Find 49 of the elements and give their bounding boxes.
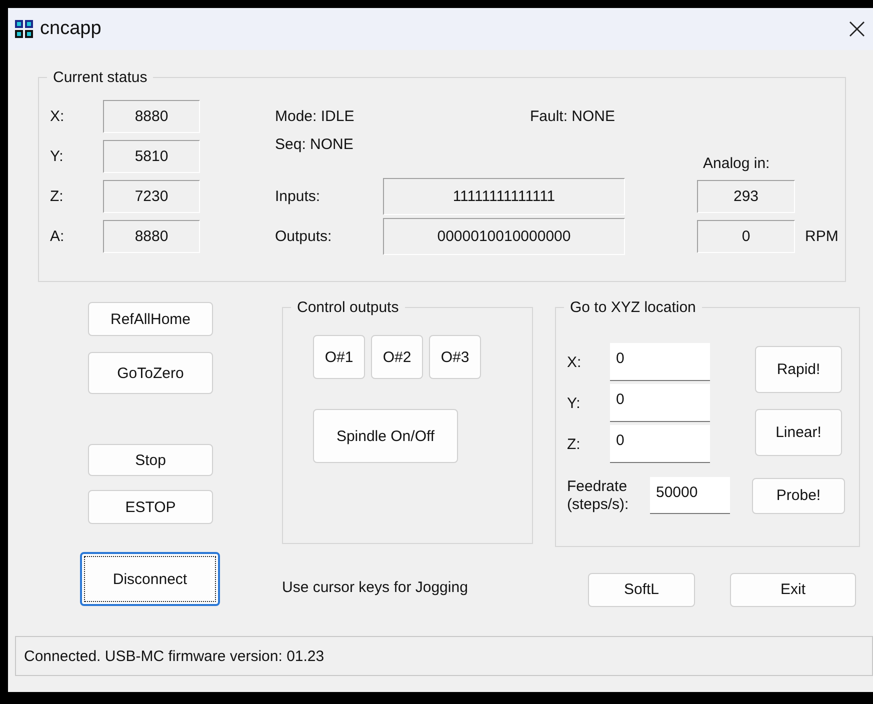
coordinate-label: Y: bbox=[567, 394, 582, 412]
dialog-button[interactable]: Exit bbox=[730, 572, 856, 606]
group-title: Current status bbox=[52, 69, 148, 86]
output-button[interactable]: O#1 bbox=[313, 335, 365, 379]
coordinate-field[interactable]: 0 bbox=[610, 343, 710, 381]
analog-in-field: 293 bbox=[697, 180, 795, 212]
disconnect-button[interactable]: Disconnect bbox=[80, 552, 220, 606]
axis-label: A: bbox=[50, 228, 66, 244]
spindle-button[interactable]: Spindle On/Off bbox=[313, 409, 458, 463]
close-icon[interactable] bbox=[849, 21, 865, 37]
feedrate-field[interactable]: 50000 bbox=[650, 477, 730, 514]
feedrate-label: Feedrate (steps/s): bbox=[567, 478, 630, 514]
command-button[interactable]: GoToZero bbox=[88, 352, 213, 394]
rpm-field: 0 bbox=[697, 220, 795, 252]
coordinate-field[interactable]: 0 bbox=[610, 425, 710, 463]
axis-value-field: 7230 bbox=[103, 180, 200, 212]
seq-text: Seq: NONE bbox=[275, 136, 354, 153]
coordinate-label: Z: bbox=[567, 436, 582, 452]
app-icon bbox=[14, 19, 34, 39]
inputs-label: Inputs: bbox=[275, 188, 322, 204]
axis-value-field: 8880 bbox=[103, 220, 200, 252]
coordinate-field[interactable]: 0 bbox=[610, 384, 710, 422]
axis-value-field: 5810 bbox=[103, 140, 200, 172]
output-button[interactable]: O#2 bbox=[371, 335, 423, 379]
command-button[interactable]: ESTOP bbox=[88, 490, 213, 524]
probe-button[interactable]: Probe! bbox=[752, 478, 845, 514]
axis-value-field: 8880 bbox=[103, 100, 200, 132]
jog-hint-text: Use cursor keys for Jogging bbox=[282, 578, 469, 596]
mode-text: Mode: IDLE bbox=[275, 108, 356, 124]
axis-label: X: bbox=[50, 108, 66, 124]
group-title: Control outputs bbox=[296, 299, 400, 316]
group-title: Go to XYZ location bbox=[569, 299, 697, 316]
axis-label: Y: bbox=[50, 148, 64, 164]
window-title: cncapp bbox=[40, 18, 102, 40]
analog-in-label: Analog in: bbox=[702, 155, 771, 174]
fault-text: Fault: NONE bbox=[529, 108, 616, 124]
rpm-unit: RPM bbox=[804, 228, 840, 244]
coordinate-label: X: bbox=[567, 354, 582, 370]
command-button[interactable]: Stop bbox=[88, 444, 213, 476]
move-button[interactable]: Linear! bbox=[755, 409, 842, 456]
command-button[interactable]: RefAllHome bbox=[88, 302, 213, 336]
move-button[interactable]: Rapid! bbox=[755, 346, 842, 393]
axis-label: Z: bbox=[50, 188, 64, 204]
status-bar: Connected. USB-MC firmware version: 01.23 bbox=[15, 636, 873, 676]
inputs-field: 11111111111111 bbox=[383, 178, 625, 214]
outputs-field: 0000010010000000 bbox=[383, 218, 625, 254]
outputs-label: Outputs: bbox=[275, 228, 333, 244]
output-button[interactable]: O#3 bbox=[429, 335, 481, 379]
dialog-button[interactable]: SoftL bbox=[588, 572, 695, 606]
